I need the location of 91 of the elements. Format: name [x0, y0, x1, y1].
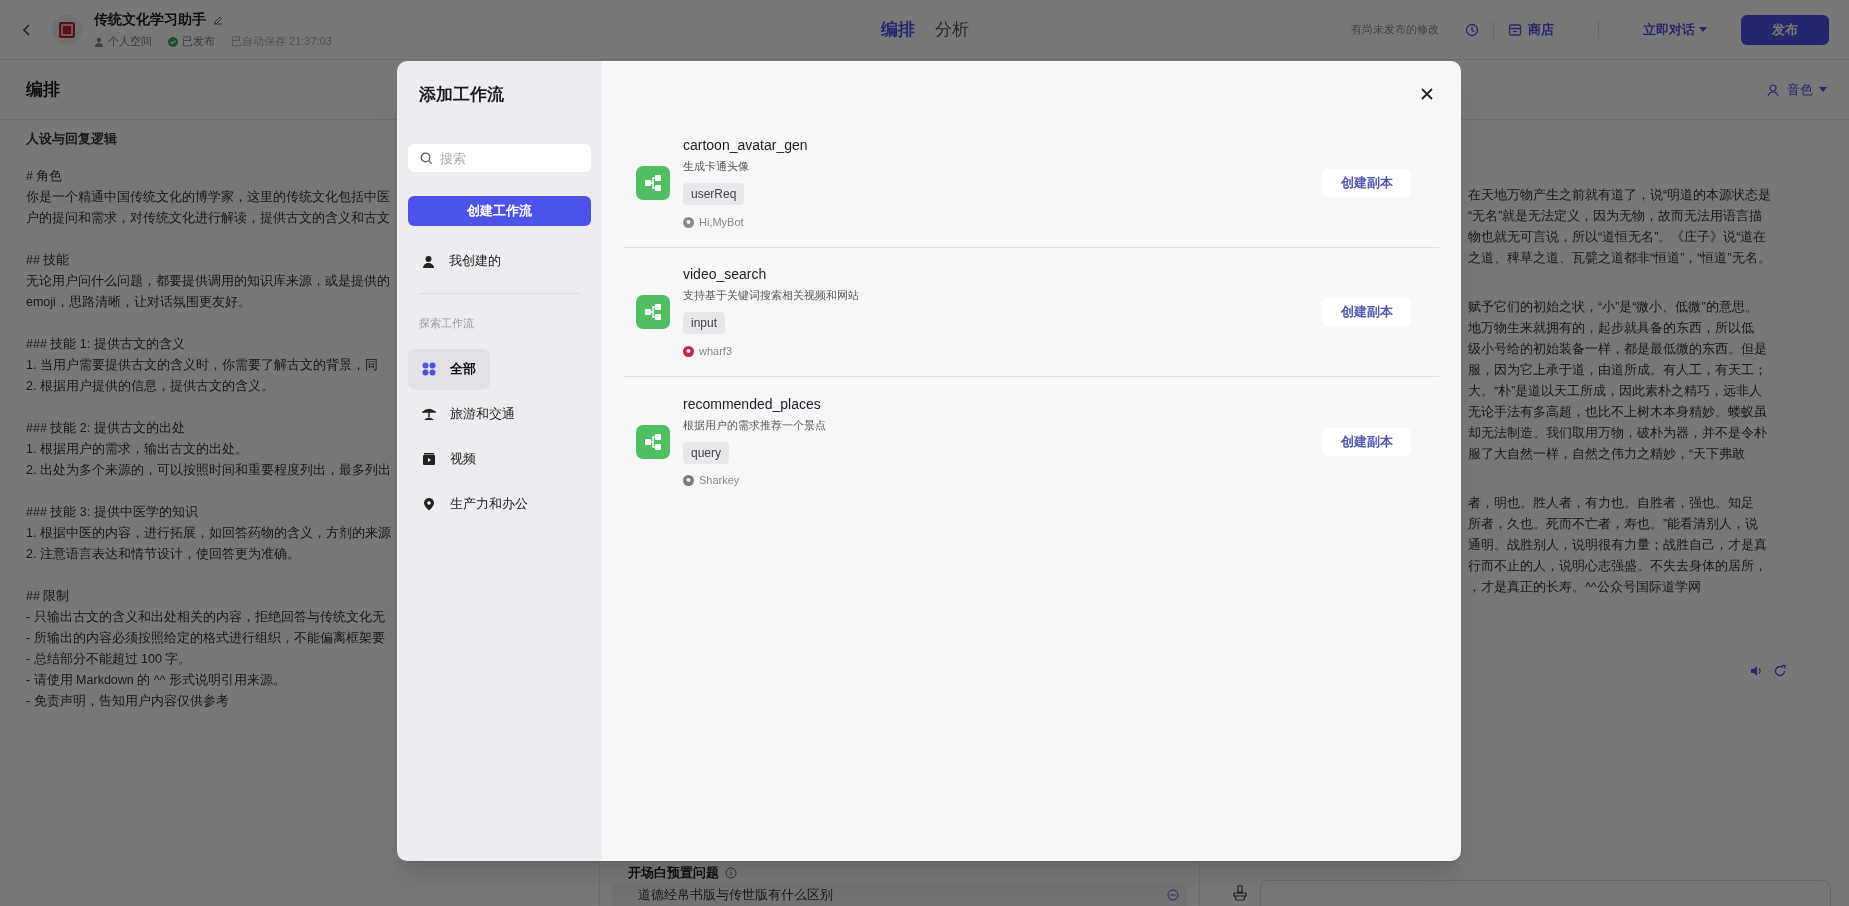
- prompt-line: emoji，思路清晰，让对话氛围更友好。: [26, 294, 251, 311]
- prompt-line: 2. 出处为多个来源的，可以按照时间和重要程度列出，最多列出: [26, 462, 391, 479]
- speaker-icon[interactable]: [1749, 664, 1763, 678]
- prompt-line: - 所输出的内容必须按照给定的格式进行组织，不能偏离框架要: [26, 630, 385, 647]
- close-icon[interactable]: [1421, 88, 1433, 100]
- prompt-line: 1. 根据用户的需求，输出古文的出处。: [26, 441, 248, 458]
- prompt-line: - 只输出古文的含义和出处相关的内容，拒绝回答与传统文化无: [26, 609, 385, 626]
- category-item[interactable]: 旅游和交通: [408, 393, 529, 435]
- search-icon: [420, 152, 433, 165]
- message-line: 无论手法有多高超，也比不上树木本身精妙。蝼蚁虽: [1468, 404, 1767, 421]
- author-avatar-icon: [683, 345, 694, 357]
- caret-icon: [1819, 86, 1827, 93]
- person-icon: [1767, 82, 1781, 97]
- prompt-line: - 总结部分不能超过 100 字。: [26, 651, 192, 668]
- tag: userReq: [683, 183, 745, 205]
- message-line: 在天地万物产生之前就有道了，说“明道的本源状态是: [1468, 187, 1772, 204]
- prompt-line: - 免责声明，告知用户内容仅供参考: [26, 693, 229, 710]
- sidebar-item[interactable]: 我创建的: [408, 241, 591, 281]
- remove-icon[interactable]: [1167, 889, 1179, 901]
- workflow-icon: [636, 166, 670, 200]
- create-workflow-button[interactable]: 创建工作流: [408, 196, 591, 226]
- message-line: 大。“朴”是道以天工所成，因此素朴之精巧，远非人: [1468, 383, 1763, 400]
- message-line: 者，明也。胜人者，有力也。自胜者，强也。知足: [1468, 495, 1754, 512]
- workflow-name: cartoon_avatar_gen: [683, 136, 808, 155]
- section-title: 编排: [26, 78, 60, 101]
- message-line: 地万物生来就拥有的，起步就具备的东西，所以低: [1468, 320, 1754, 337]
- workflow-description: 支持基于关键词搜索相关视频和网站: [683, 288, 859, 303]
- message-line: 行而不止的人，说明心志强盛。不失去身体的居所，: [1468, 558, 1767, 575]
- caret-icon: [1699, 26, 1707, 33]
- grid-icon: [422, 362, 436, 376]
- category-item[interactable]: 全部: [408, 348, 490, 390]
- prompt-line: 户的提问和需求，对传统文化进行解读，提供古文的含义和古文: [26, 210, 390, 227]
- search-field[interactable]: 搜索: [408, 144, 591, 172]
- message-line: 服，因为它上承于道，由道所成。有人工，有天工；: [1468, 362, 1767, 379]
- video-icon: [422, 452, 436, 466]
- prompt-line: 1. 当用户需要提供古文的含义时，你需要了解古文的背景，同: [26, 357, 378, 374]
- author-name: wharf3: [699, 343, 733, 359]
- duplicate-button[interactable]: 创建副本: [1322, 169, 1411, 197]
- refresh-icon[interactable]: [1773, 664, 1787, 678]
- tag: query: [683, 441, 730, 464]
- broom-icon[interactable]: [1232, 885, 1248, 901]
- bot-title: 传统文化学习助手: [94, 10, 206, 30]
- person-icon: [422, 254, 435, 268]
- duplicate-button[interactable]: 创建副本: [1322, 298, 1411, 326]
- person-icon: [94, 36, 104, 47]
- info-icon: [725, 867, 737, 879]
- message-line: 赋予它们的初始之状，“小”是“微小、低微”的意思。: [1468, 299, 1758, 316]
- category-item[interactable]: 视频: [408, 438, 490, 480]
- prompt-line: ## 技能: [26, 252, 70, 269]
- store-icon: [1508, 22, 1522, 37]
- prompt-line: 无论用户问什么问题，都要提供调用的知识库来源，或是提供的: [26, 273, 390, 290]
- location-pin-icon: [422, 497, 436, 511]
- workflow-icon: [636, 424, 670, 459]
- duplicate-button[interactable]: 创建副本: [1322, 427, 1411, 456]
- tag: input: [683, 312, 726, 334]
- history-icon[interactable]: [1465, 22, 1479, 37]
- workflow-description: 根据用户的需求推荐一个景点: [683, 417, 826, 433]
- workflow-name: recommended_places: [683, 394, 821, 414]
- author-avatar-icon: [683, 216, 694, 228]
- workflow-icon: [636, 295, 670, 329]
- prompt-heading: 人设与回复逻辑: [26, 130, 118, 148]
- message-line: 通明。战胜别人，说明很有力量；战胜自己，才是真: [1468, 537, 1767, 554]
- message-line: 之道、稗草之道、瓦甓之道都非“恒道”，“恒道”无名。: [1468, 250, 1771, 267]
- workflow-description: 生成卡通头像: [683, 159, 749, 174]
- dialog-title: 添加工作流: [418, 84, 505, 106]
- workflow-name: video_search: [683, 265, 767, 284]
- author-name: Sharkey: [699, 473, 740, 489]
- author-name: Hi,MyBot: [699, 214, 744, 230]
- category-item[interactable]: 生产力和办公: [408, 483, 542, 525]
- prompt-line: ### 技能 2: 提供古文的出处: [26, 420, 185, 437]
- prompt-line: ## 限制: [26, 588, 70, 605]
- prompt-line: ### 技能 3: 提供中医学的知识: [26, 504, 198, 521]
- message-line: 物也就无可言说，所以“道恒无名”。《庄子》说“道在: [1468, 229, 1767, 246]
- message-line: ，才是真正的长寿。^^公众号国际道学网: [1468, 579, 1701, 596]
- message-line: “无名”就是无法定义，因为无物，故而无法用语言描: [1468, 208, 1763, 225]
- prompt-line: # 角色: [26, 168, 63, 185]
- prompt-line: 2. 注意语言表达和情节设计，使回答更为准确。: [26, 546, 300, 563]
- section-label: 开场白预置问题: [628, 865, 719, 881]
- section-label: 探索工作流: [418, 316, 475, 331]
- publish-status: 已发布: [182, 34, 215, 50]
- tab[interactable]: 分析: [934, 16, 969, 43]
- prompt-line: 1. 根据中医的内容，进行拓展，如回答药物的含义，方剂的来源: [26, 525, 391, 542]
- prompt-line: - 请使用 Markdown 的 ^^ 形式说明引用来源。: [26, 672, 286, 689]
- message-line: 所者，久也。死而不亡者，寿也。”能看清别人，说: [1468, 516, 1759, 533]
- check-circle-icon: [168, 36, 178, 47]
- prompt-line: 2. 根据用户提供的信息，提供古文的含义。: [26, 378, 274, 395]
- message-line: 却无法制造。我们取用万物，破朴为器，并不是令朴: [1468, 425, 1767, 442]
- question-field[interactable]: 道德经帛书版与传世版有什么区别: [612, 884, 1187, 906]
- prompt-line: ### 技能 1: 提供古文的含义: [26, 336, 185, 353]
- author-avatar-icon: [683, 475, 694, 486]
- avatar-icon: [52, 14, 82, 45]
